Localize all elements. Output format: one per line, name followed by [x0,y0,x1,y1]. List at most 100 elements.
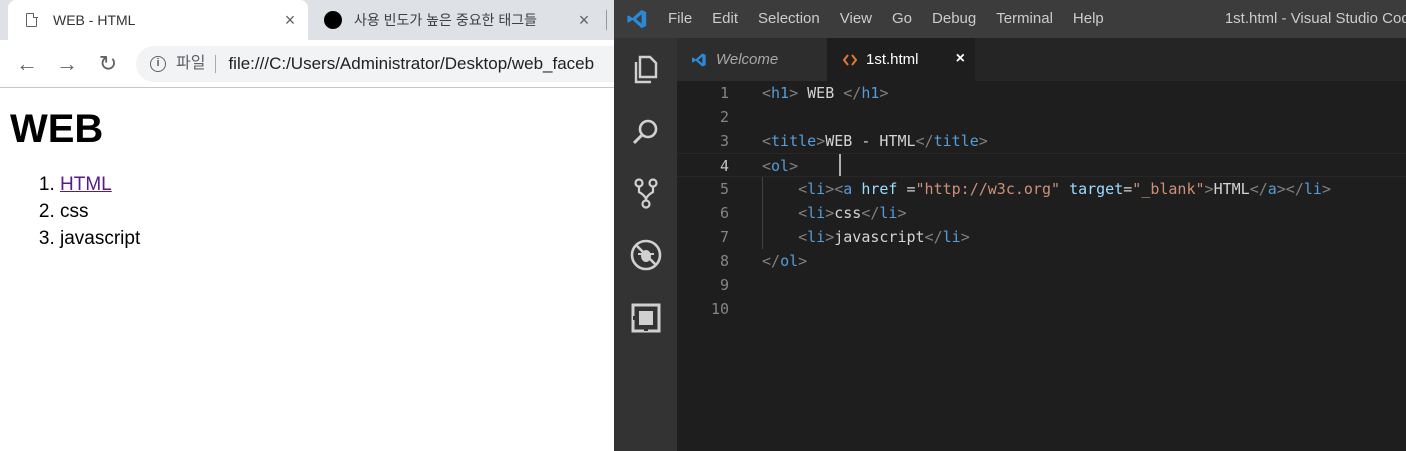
code-line[interactable]: 4 <ol> [677,153,1406,177]
code-line[interactable]: 6 <li>css</li> [677,201,1406,225]
code-token: </ [762,252,781,270]
browser-toolbar: ← → ↻ i 파일 file:///C:/Users/Administrato… [0,40,614,88]
browser-tab-web-html[interactable]: WEB - HTML × [8,0,308,40]
code-token: title [933,132,979,150]
debug-icon[interactable] [629,238,663,272]
reload-button[interactable]: ↻ [96,52,120,76]
tab-welcome[interactable]: Welcome [677,38,827,81]
document-icon [26,12,38,27]
tab-separator [606,10,607,30]
code-line[interactable]: 2 [677,105,1406,129]
vscode-logo-icon [627,9,647,29]
back-button[interactable]: ← [15,52,39,76]
code-token: > [879,84,889,102]
code-editor[interactable]: 1 <h1> WEB </h1> 2 3 <title>WEB - HTML</titl… [677,81,1406,451]
menu-help[interactable]: Help [1073,0,1104,38]
menu-terminal[interactable]: Terminal [996,0,1053,38]
forward-button[interactable]: → [55,52,79,76]
code-token: < [798,204,808,222]
code-token: > [825,228,835,246]
code-text: <ol> [762,154,798,178]
line-number: 1 [719,84,729,102]
editor-tab-bar: Welcome 1st.html × [677,38,1406,81]
list-item: css [60,198,604,225]
browser-tab-tags[interactable]: 사용 빈도가 높은 중요한 태그들 × [312,0,602,40]
close-tab-icon[interactable]: × [574,10,594,30]
code-token: < [798,228,808,246]
code-token: target [1069,180,1124,198]
line-number: 7 [719,228,729,246]
url-scheme-label: 파일 [176,55,217,73]
activity-bar [614,38,677,451]
code-token: a [1267,180,1277,198]
ordered-list: HTML css javascript [10,171,604,252]
code-token: ol [771,157,790,175]
line-number: 6 [719,204,729,222]
code-token: h1 [861,84,880,102]
code-token: HTML [1213,180,1250,198]
code-token: </ [843,84,862,102]
code-line[interactable]: 9 [677,273,1406,297]
line-number: 8 [719,252,729,270]
code-token: </ [915,132,934,150]
code-token: </ [1249,180,1268,198]
code-text: <li>css</li> [762,201,907,225]
code-token: li [942,228,961,246]
code-token: = [1123,180,1133,198]
close-tab-icon[interactable]: × [956,51,965,67]
browser-window: WEB - HTML × 사용 빈도가 높은 중요한 태그들 × ← → ↻ i… [0,0,614,451]
tab-1st-html[interactable]: 1st.html × [827,38,975,81]
code-token: javascript [834,228,925,246]
code-token: < [798,180,808,198]
line-number: 9 [719,276,729,294]
code-line[interactable]: 7 <li>javascript</li> [677,225,1406,249]
list-item: javascript [60,225,604,252]
code-token: WEB [798,84,844,102]
url-text[interactable]: file:///C:/Users/Administrator/Desktop/w… [228,54,594,74]
code-token: > [978,132,988,150]
extensions-icon[interactable] [629,301,663,335]
menu-debug[interactable]: Debug [932,0,976,38]
page-content: WEB HTML css javascript [0,89,614,451]
code-token: "_blank" [1132,180,1205,198]
menu-file[interactable]: File [668,0,692,38]
address-bar[interactable]: i 파일 file:///C:/Users/Administrator/Desk… [136,46,614,82]
code-line[interactable]: 10 [677,297,1406,321]
code-line[interactable]: 8 </ol> [677,249,1406,273]
code-token: > [798,252,808,270]
code-text: <li>javascript</li> [762,225,970,249]
code-token: > [789,157,799,175]
menu-edit[interactable]: Edit [712,0,738,38]
code-token: > [897,204,907,222]
explorer-icon[interactable] [629,52,663,86]
code-line[interactable]: 1 <h1> WEB </h1> [677,81,1406,105]
menu-go[interactable]: Go [892,0,912,38]
code-text: </ol> [762,249,807,273]
code-token: href [861,180,898,198]
info-icon[interactable]: i [150,56,166,72]
html-link[interactable]: HTML [60,174,112,195]
html-code-icon [843,53,857,66]
search-icon[interactable] [629,115,663,149]
code-line[interactable]: 5 <li><a href ="http://w3c.org" target="… [677,177,1406,201]
line-number: 2 [719,108,729,126]
source-control-icon[interactable] [629,176,663,210]
code-token: </ [924,228,943,246]
code-token: li [879,204,898,222]
code-token: WEB - HTML [825,132,916,150]
code-token: title [771,132,817,150]
browser-tab-title: 사용 빈도가 높은 중요한 태그들 [354,12,537,28]
menu-selection[interactable]: Selection [758,0,820,38]
code-token: li [807,204,826,222]
code-token: > [789,84,799,102]
window-title: 1st.html - Visual Studio Code [1224,10,1406,27]
code-text: <li><a href ="http://w3c.org" target="_b… [762,177,1331,201]
code-token: ></ [1276,180,1304,198]
list-item: HTML [60,171,604,198]
title-bar: File Edit Selection View Go Debug Termin… [614,0,1406,38]
tab-label: 1st.html [866,51,919,68]
close-tab-icon[interactable]: × [280,10,300,30]
code-token: = [897,180,916,198]
menu-view[interactable]: View [840,0,872,38]
code-line[interactable]: 3 <title>WEB - HTML</title> [677,129,1406,153]
